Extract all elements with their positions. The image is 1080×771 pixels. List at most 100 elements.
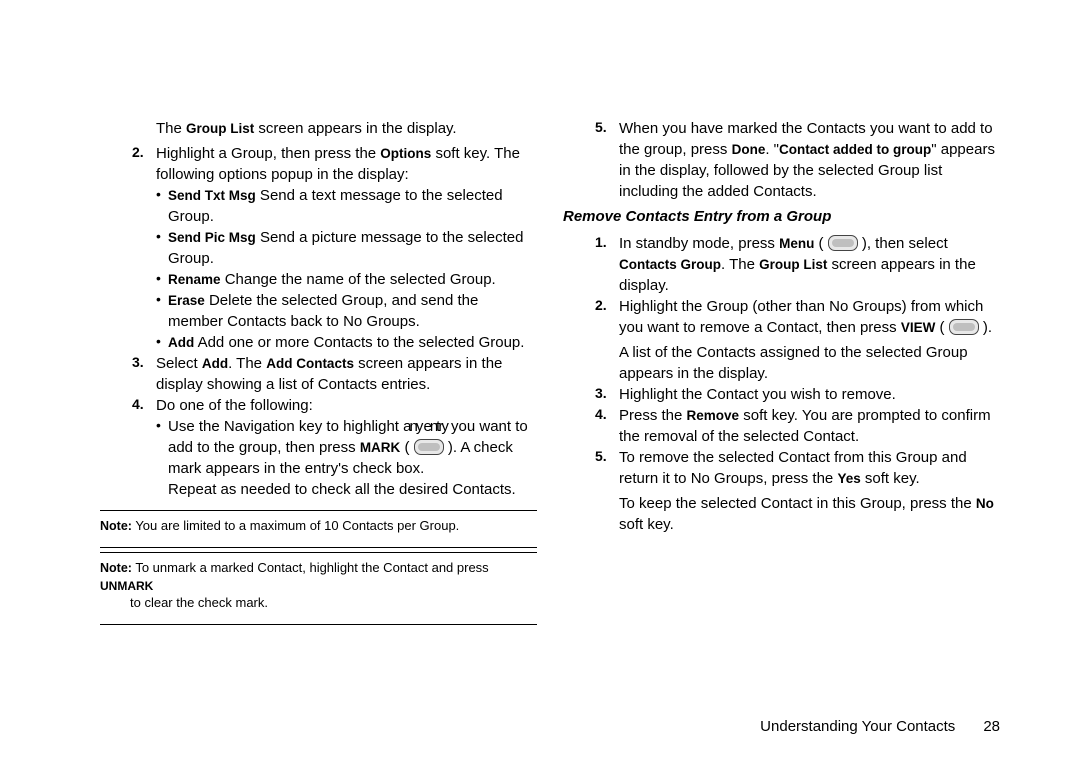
step-number: 3.: [100, 353, 156, 395]
bold-text: Add Contacts: [266, 356, 354, 371]
bold-text: Send Pic Msg: [168, 230, 256, 245]
text: (: [814, 235, 827, 252]
left-column: The Group List screen appears in the dis…: [100, 118, 537, 771]
text: soft key.: [861, 470, 920, 487]
step-number: 1.: [563, 233, 619, 296]
bullet-body: Add Add one or more Contacts to the sele…: [168, 332, 537, 353]
step-body: Press the Remove soft key. You are promp…: [619, 405, 1000, 447]
text: . The: [228, 355, 266, 372]
bold-text: Yes: [837, 471, 860, 486]
remove-step-3: 3. Highlight the Contact you wish to rem…: [563, 384, 1000, 405]
text: ), then select: [858, 235, 948, 252]
ok-button-icon: [828, 235, 858, 251]
step-number: 4.: [100, 395, 156, 416]
bold-text: Done: [732, 142, 766, 157]
divider: [100, 510, 537, 511]
step-number: 3.: [563, 384, 619, 405]
step-body: In standby mode, press Menu ( ), then se…: [619, 233, 1000, 296]
step-number: 4.: [563, 405, 619, 447]
text: (: [935, 319, 948, 336]
step-body: To remove the selected Contact from this…: [619, 447, 1000, 535]
text: Use the Navigation key to highlight: [168, 418, 403, 435]
step-body: Highlight a Group, then press the Option…: [156, 143, 537, 185]
step-number: 2.: [100, 143, 156, 185]
ok-button-icon: [414, 439, 444, 455]
bold-text: Remove: [687, 408, 740, 423]
divider: [100, 552, 537, 553]
step-number: 5.: [563, 447, 619, 535]
divider: [100, 547, 537, 548]
step-4: 4. Do one of the following:: [100, 395, 537, 416]
note-label: Note:: [100, 561, 132, 575]
text: Change the name of the selected Group.: [221, 271, 496, 288]
bullet-body: Erase Delete the selected Group, and sen…: [168, 290, 537, 332]
text: Press the: [619, 407, 687, 424]
section-title-remove: Remove Contacts Entry from a Group: [563, 206, 1000, 227]
bullet-dot: •: [156, 227, 168, 269]
ok-button-icon: [949, 319, 979, 335]
text: Add one or more Contacts to the selected…: [194, 334, 524, 351]
bold-text: Add: [168, 335, 194, 350]
right-column: 5. When you have marked the Contacts you…: [563, 118, 1000, 771]
bold-text: Send Txt Msg: [168, 188, 256, 203]
footer-section: Understanding Your Contacts: [760, 718, 955, 735]
text: soft key.: [619, 516, 674, 533]
bullet-body: Send Pic Msg Send a picture message to t…: [168, 227, 537, 269]
bold-text: Contacts Group: [619, 257, 721, 272]
bold-text: Menu: [779, 236, 814, 251]
step-body: Do one of the following:: [156, 395, 537, 416]
text: any entry: [403, 418, 447, 435]
bullet-body: Use the Navigation key to highlight any …: [168, 416, 537, 479]
divider: [100, 624, 537, 625]
text: The: [156, 120, 186, 137]
bullet-dot: •: [156, 185, 168, 227]
note-label: Note:: [100, 519, 132, 533]
note-text: To unmark a marked Contact, highlight th…: [132, 560, 489, 575]
bold-text: UNMARK: [100, 579, 153, 593]
bold-text: No: [976, 496, 994, 511]
text: . ": [765, 141, 779, 158]
step-5: 5. When you have marked the Contacts you…: [563, 118, 1000, 202]
remove-step-4: 4. Press the Remove soft key. You are pr…: [563, 405, 1000, 447]
bold-text: Erase: [168, 293, 205, 308]
bold-text: Contact added to group: [779, 142, 931, 157]
option-erase: • Erase Delete the selected Group, and s…: [100, 290, 537, 332]
step-body: Highlight the Contact you wish to remove…: [619, 384, 1000, 405]
text: screen appears in the display.: [254, 120, 456, 137]
bold-text: Group List: [759, 257, 827, 272]
page-number: 28: [983, 718, 1000, 735]
remove-step-1: 1. In standby mode, press Menu ( ), then…: [563, 233, 1000, 296]
text: . The: [721, 256, 759, 273]
bold-text: VIEW: [901, 320, 936, 335]
bullet-dot: •: [156, 416, 168, 479]
repeat-instruction: Repeat as needed to check all the desire…: [100, 479, 537, 500]
note-unmark: Note: To unmark a marked Contact, highli…: [100, 557, 537, 614]
note-text: to clear the check mark.: [100, 594, 537, 612]
option-rename: • Rename Change the name of the selected…: [100, 269, 537, 290]
text: In standby mode, press: [619, 235, 779, 252]
text: (: [400, 439, 413, 456]
page-footer: Understanding Your Contacts 28: [760, 718, 1000, 735]
step-number: 5.: [563, 118, 619, 202]
bullet-dot: •: [156, 269, 168, 290]
step-2: 2. Highlight a Group, then press the Opt…: [100, 143, 537, 185]
bold-text: Add: [202, 356, 228, 371]
step-body: When you have marked the Contacts you wa…: [619, 118, 1000, 202]
text: Delete the selected Group, and send the …: [168, 292, 478, 330]
step-number: 2.: [563, 296, 619, 384]
page: The Group List screen appears in the dis…: [0, 0, 1080, 771]
text: Highlight a Group, then press the: [156, 145, 380, 162]
remove-step-2: 2. Highlight the Group (other than No Gr…: [563, 296, 1000, 384]
bullet-dot: •: [156, 332, 168, 353]
bold-text: Rename: [168, 272, 221, 287]
bullet-body: Send Txt Msg Send a text message to the …: [168, 185, 537, 227]
substep-highlight: • Use the Navigation key to highlight an…: [100, 416, 537, 479]
text: ).: [979, 319, 992, 336]
group-list-appears: The Group List screen appears in the dis…: [100, 118, 537, 139]
note-max-contacts: Note: You are limited to a maximum of 10…: [100, 515, 537, 537]
text: To keep the selected Contact in this Gro…: [619, 495, 976, 512]
note-text: You are limited to a maximum of 10 Conta…: [132, 518, 459, 533]
step-body: Highlight the Group (other than No Group…: [619, 296, 1000, 384]
bullet-dot: •: [156, 290, 168, 332]
bold-text: Options: [380, 146, 431, 161]
